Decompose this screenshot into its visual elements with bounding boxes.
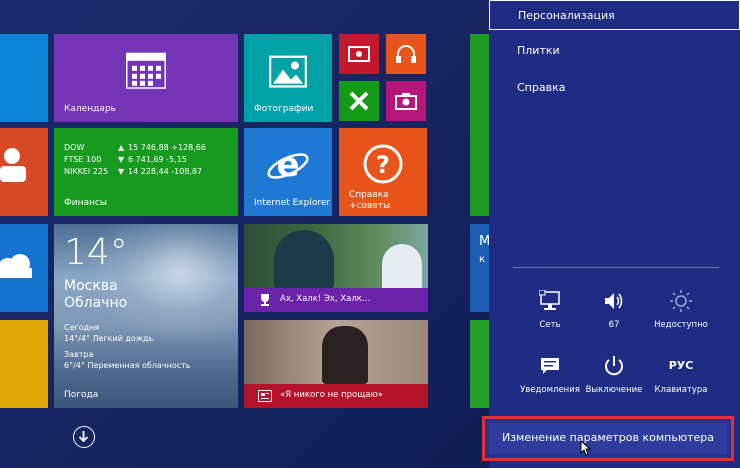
arrow-down-icon	[78, 431, 89, 443]
news-photo-person	[322, 326, 368, 384]
tile-label-line1: Справка	[349, 190, 389, 200]
tile-label: Справка +советы	[349, 190, 390, 212]
quick-label: 67	[608, 320, 620, 330]
tile-weather-partial[interactable]	[0, 224, 48, 312]
notifications-icon	[541, 358, 559, 374]
quick-label: Недоступно	[654, 320, 708, 330]
tile-people[interactable]	[0, 128, 48, 216]
change-pc-settings-highlight: Изменение параметров компьютера	[482, 416, 734, 461]
tile-games[interactable]	[339, 81, 379, 121]
quick-label: Сеть	[539, 320, 561, 330]
ticker-name: NIKKEI 225	[64, 167, 109, 176]
tile-finance[interactable]: DOW ▲ 15 746,88 +128,66 FTSE 100 ▼ 6 741,69 …	[54, 128, 238, 216]
quick-power[interactable]: Выключение	[578, 355, 650, 395]
photos-icon	[269, 55, 307, 88]
quick-label: Выключение	[585, 385, 643, 395]
svg-text:e: e	[276, 146, 299, 185]
tile-partial-text-k: к	[479, 254, 486, 265]
ticker-value: 15 746,88 +128,66	[128, 143, 206, 152]
ticker-name: FTSE 100	[64, 155, 102, 164]
ticker-arrow: ▼	[118, 167, 125, 176]
tile-music[interactable]	[386, 34, 426, 74]
video-icon	[348, 46, 370, 62]
tile-internet-explorer[interactable]: e Internet Explorer	[244, 128, 332, 216]
weather-condition: Облачно	[64, 295, 128, 311]
menu-personalization[interactable]: Персонализация	[489, 0, 740, 30]
tile-news[interactable]: «Я никого не прощаю»	[244, 320, 428, 408]
weather-forecast: Сегодня 14°/4° Легкий дождь Завтра 6°/4°…	[64, 322, 191, 371]
tile-label-line2: +советы	[349, 201, 391, 211]
tile-video[interactable]	[339, 34, 379, 74]
sport-caption: Ах, Халк! Эх, Халк...	[280, 294, 371, 304]
news-caption-bar: «Я никого не прощаю»	[244, 384, 428, 408]
finance-row: DOW ▲ 15 746,88 +128,66	[64, 142, 206, 154]
quick-keyboard[interactable]: РУС Клавиатура	[645, 355, 717, 395]
mouse-cursor-icon	[580, 440, 592, 456]
ticker-arrow: ▼	[118, 155, 125, 164]
camera-icon	[395, 93, 417, 110]
quick-label: Уведомления	[520, 385, 580, 395]
question-icon: ?	[363, 144, 403, 184]
xbox-icon	[349, 91, 369, 111]
news-icon	[258, 390, 272, 402]
tile-label: Internet Explorer	[254, 198, 331, 208]
tile-label: Финансы	[64, 198, 107, 208]
brightness-icon	[670, 290, 692, 312]
quick-network[interactable]: Сеть	[514, 290, 586, 330]
ticker-arrow: ▲	[118, 143, 125, 152]
keyboard-icon: РУС	[668, 359, 694, 372]
headphones-icon	[396, 45, 416, 63]
sport-caption-bar: Ах, Халк! Эх, Халк...	[244, 288, 428, 312]
cloud-icon	[0, 254, 32, 278]
tile-partial-blue[interactable]	[0, 34, 48, 122]
people-icon	[0, 148, 26, 182]
finance-row: FTSE 100 ▼ 6 741,69 -5,15	[64, 154, 206, 166]
network-icon	[539, 290, 560, 310]
quick-label: Клавиатура	[654, 385, 708, 395]
tile-partial-green[interactable]	[470, 34, 489, 216]
calendar-icon	[126, 52, 166, 89]
tile-photos[interactable]: Фотографии	[244, 34, 332, 122]
trophy-icon	[261, 294, 269, 306]
tile-sport[interactable]: Ах, Халк! Эх, Халк...	[244, 224, 428, 312]
forecast-today-label: Сегодня	[64, 323, 100, 332]
tile-label: Календарь	[64, 104, 116, 114]
quick-volume[interactable]: 67	[578, 290, 650, 330]
tile-calendar[interactable]: Календарь	[54, 34, 238, 122]
tile-label: Фотографии	[254, 104, 314, 114]
tile-partial-teal[interactable]: М к	[470, 224, 489, 312]
news-caption: «Я никого не прощаю»	[280, 390, 383, 400]
change-pc-settings-button[interactable]: Изменение параметров компьютера	[489, 423, 727, 454]
tile-partial-yellow[interactable]	[0, 320, 48, 408]
tile-camera[interactable]	[386, 81, 426, 121]
volume-icon	[605, 293, 623, 309]
sport-photo-player2	[382, 244, 422, 294]
ticker-value: 14 228,44 -108,87	[128, 167, 203, 176]
weather-temp: 14°	[64, 232, 128, 273]
quick-brightness[interactable]: Недоступно	[645, 290, 717, 330]
forecast-tomorrow-label: Завтра	[64, 350, 94, 359]
tile-label: Погода	[64, 390, 99, 400]
finance-rows: DOW ▲ 15 746,88 +128,66 FTSE 100 ▼ 6 741,69 …	[64, 142, 206, 178]
tile-partial-text-m: М	[479, 234, 489, 249]
settings-charm-panel: Персонализация Плитки Справка Сеть 67 Не…	[489, 0, 740, 468]
ticker-name: DOW	[64, 143, 85, 152]
forecast-tomorrow: 6°/4° Переменная облачность	[64, 361, 191, 370]
sport-photo-player	[274, 230, 334, 290]
finance-row: NIKKEI 225 ▼ 14 228,44 -108,87	[64, 166, 206, 178]
forecast-today: 14°/4° Легкий дождь	[64, 334, 154, 343]
ie-icon: e	[267, 146, 309, 185]
svg-text:?: ?	[376, 151, 390, 179]
all-apps-button[interactable]	[73, 426, 95, 448]
power-icon	[605, 356, 623, 376]
quick-notifications[interactable]: Уведомления	[514, 355, 586, 395]
menu-tiles[interactable]: Плитки	[489, 36, 740, 66]
divider	[513, 267, 719, 268]
tile-partial-green2[interactable]	[470, 320, 489, 408]
tile-weather[interactable]: 14° Москва Облачно Сегодня 14°/4° Легкий…	[54, 224, 238, 408]
ticker-value: 6 741,69 -5,15	[128, 155, 187, 164]
tile-help-tips[interactable]: ? Справка +советы	[339, 128, 427, 216]
menu-help[interactable]: Справка	[489, 73, 740, 103]
weather-city: Москва	[64, 278, 118, 294]
